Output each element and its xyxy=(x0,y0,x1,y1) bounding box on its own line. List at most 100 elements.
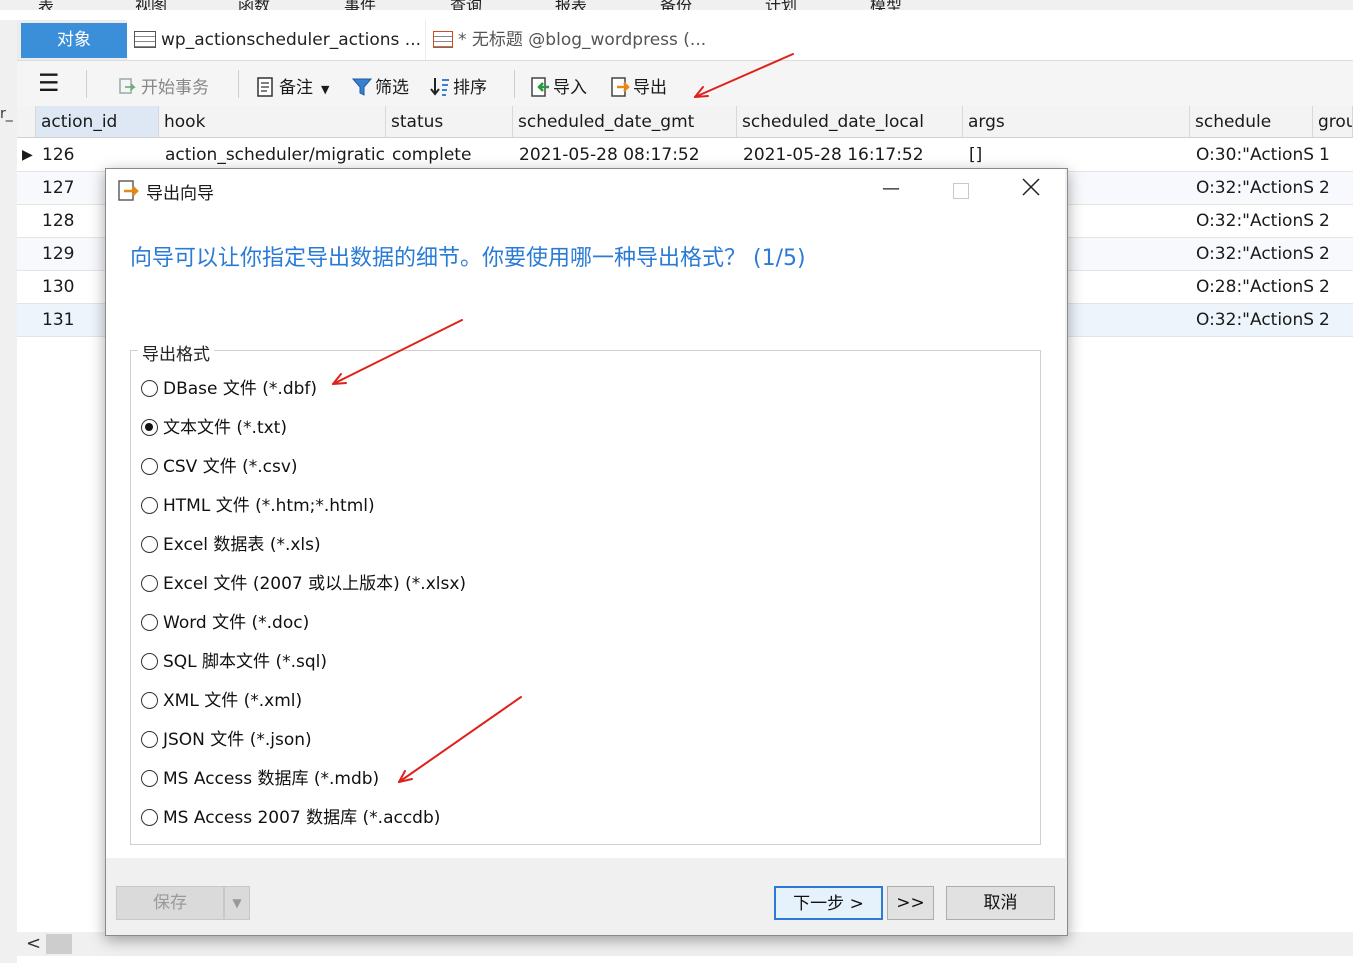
export-format-option[interactable]: SQL 脚本文件 (*.sql) xyxy=(141,649,327,675)
row-header[interactable] xyxy=(17,271,36,304)
cell-group[interactable]: 2 xyxy=(1313,238,1353,271)
row-header[interactable] xyxy=(17,304,36,337)
export-format-label: SQL 脚本文件 (*.sql) xyxy=(163,652,327,672)
cell-schedule[interactable]: O:28:"ActionS xyxy=(1190,271,1313,304)
menu-item-query[interactable]: 查询 xyxy=(450,0,482,10)
export-icon xyxy=(610,77,630,97)
column-header-status[interactable]: status xyxy=(386,106,513,138)
radio-button[interactable] xyxy=(141,809,158,826)
cell-schedule[interactable]: O:32:"ActionS xyxy=(1190,304,1313,337)
menu-item-event[interactable]: 事件 xyxy=(344,0,376,10)
tab-objects[interactable]: 对象 xyxy=(21,23,127,58)
memo-button[interactable]: 备注 ▼ xyxy=(256,73,329,98)
cell-group[interactable]: 2 xyxy=(1313,304,1353,337)
row-header[interactable] xyxy=(17,238,36,271)
radio-button[interactable] xyxy=(141,575,158,592)
radio-button[interactable] xyxy=(141,497,158,514)
dialog-title: 导出向导 xyxy=(146,184,214,204)
export-format-option[interactable]: XML 文件 (*.xml) xyxy=(141,688,302,714)
cell-group[interactable]: 2 xyxy=(1313,172,1353,205)
export-format-option[interactable]: Word 文件 (*.doc) xyxy=(141,610,309,636)
export-button[interactable]: 导出 xyxy=(610,73,667,98)
export-format-option[interactable]: JSON 文件 (*.json) xyxy=(141,727,312,753)
memo-icon xyxy=(256,77,274,97)
column-header-group[interactable]: grou xyxy=(1313,106,1353,138)
cell-group[interactable]: 1 xyxy=(1313,139,1353,172)
menu-item-report[interactable]: 报表 xyxy=(555,0,587,10)
radio-button[interactable] xyxy=(141,458,158,475)
current-row-indicator-icon[interactable]: ▶ xyxy=(17,139,36,172)
cell-schedule[interactable]: O:30:"ActionS xyxy=(1190,139,1313,172)
radio-button[interactable] xyxy=(141,692,158,709)
save-dropdown-icon[interactable]: ▼ xyxy=(224,886,250,920)
menu-icon[interactable]: ☰ xyxy=(38,70,60,96)
export-format-label: 文本文件 (*.txt) xyxy=(163,418,287,438)
toolbar-separator xyxy=(238,70,239,98)
column-header-hook[interactable]: hook xyxy=(159,106,386,138)
begin-transaction-button[interactable]: 开始事务 xyxy=(118,73,209,98)
scroll-left-button[interactable]: < xyxy=(26,933,41,954)
export-format-option[interactable]: Excel 数据表 (*.xls) xyxy=(141,532,321,558)
radio-button[interactable] xyxy=(141,614,158,631)
row-header[interactable] xyxy=(17,172,36,205)
radio-button[interactable] xyxy=(141,536,158,553)
cell-schedule[interactable]: O:32:"ActionS xyxy=(1190,172,1313,205)
menu-item-schedule[interactable]: 计划 xyxy=(765,0,797,10)
save-button[interactable]: 保存 xyxy=(116,886,224,920)
tab-table[interactable]: wp_actionscheduler_actions ... xyxy=(127,20,425,60)
dialog-titlebar[interactable] xyxy=(106,169,1065,213)
menu-item-backup[interactable]: 备份 xyxy=(660,0,692,10)
next-button[interactable]: 下一步 > xyxy=(774,886,883,920)
export-format-option[interactable]: DBase 文件 (*.dbf) xyxy=(141,376,317,402)
minimize-icon[interactable]: — xyxy=(882,178,900,199)
import-label: 导入 xyxy=(553,78,587,98)
sort-icon xyxy=(430,77,449,97)
radio-button[interactable] xyxy=(141,419,158,436)
radio-button[interactable] xyxy=(141,731,158,748)
query-icon xyxy=(433,31,453,48)
table-icon xyxy=(134,31,156,48)
export-format-label: MS Access 数据库 (*.mdb) xyxy=(163,769,380,789)
radio-button[interactable] xyxy=(141,770,158,787)
cell-schedule[interactable]: O:32:"ActionS xyxy=(1190,205,1313,238)
export-format-option[interactable]: 文本文件 (*.txt) xyxy=(141,415,287,441)
import-button[interactable]: 导入 xyxy=(530,73,587,98)
last-step-button[interactable]: >> xyxy=(887,886,934,920)
row-header-corner xyxy=(17,106,36,138)
export-wizard-icon xyxy=(118,180,140,207)
row-header[interactable] xyxy=(17,205,36,238)
menu-item-view[interactable]: 视图 xyxy=(135,0,167,10)
column-header-scheduled-date-gmt[interactable]: scheduled_date_gmt xyxy=(513,106,737,138)
export-format-option[interactable]: Excel 文件 (2007 或以上版本) (*.xlsx) xyxy=(141,571,466,597)
radio-button[interactable] xyxy=(141,380,158,397)
tab-query[interactable]: * 无标题 @blog_wordpress (... xyxy=(426,20,1353,60)
cell-group[interactable]: 2 xyxy=(1313,205,1353,238)
export-format-group-label: 导出格式 xyxy=(138,340,214,365)
column-header-schedule[interactable]: schedule xyxy=(1190,106,1313,138)
scrollbar-thumb[interactable] xyxy=(46,934,72,954)
cell-schedule[interactable]: O:32:"ActionS xyxy=(1190,238,1313,271)
export-format-option[interactable]: CSV 文件 (*.csv) xyxy=(141,454,298,480)
export-format-label: MS Access 2007 数据库 (*.accdb) xyxy=(163,808,441,828)
sort-label: 排序 xyxy=(453,78,487,98)
menu-item-model[interactable]: 模型 xyxy=(870,0,902,10)
cell-group[interactable]: 2 xyxy=(1313,271,1353,304)
export-format-label: Excel 数据表 (*.xls) xyxy=(163,535,321,555)
export-format-label: DBase 文件 (*.dbf) xyxy=(163,379,318,399)
export-format-option[interactable]: HTML 文件 (*.htm;*.html) xyxy=(141,493,375,519)
menu-item-table[interactable]: 表 xyxy=(38,0,54,10)
cancel-button[interactable]: 取消 xyxy=(946,886,1055,920)
export-format-option[interactable]: MS Access 数据库 (*.mdb) xyxy=(141,766,379,792)
navigation-pane-edge xyxy=(0,20,17,963)
sort-button[interactable]: 排序 xyxy=(430,73,487,98)
export-format-label: CSV 文件 (*.csv) xyxy=(163,457,298,477)
menu-item-function[interactable]: 函数 xyxy=(238,0,270,10)
export-format-option[interactable]: MS Access 2007 数据库 (*.accdb) xyxy=(141,805,440,831)
filter-button[interactable]: 筛选 xyxy=(351,73,409,98)
close-icon[interactable] xyxy=(1021,177,1041,202)
radio-button[interactable] xyxy=(141,653,158,670)
column-header-args[interactable]: args xyxy=(963,106,1190,138)
column-header-scheduled-date-local[interactable]: scheduled_date_local xyxy=(737,106,963,138)
column-header-action-id[interactable]: action_id xyxy=(36,106,159,138)
navigation-pane-text: r_ xyxy=(0,106,13,122)
